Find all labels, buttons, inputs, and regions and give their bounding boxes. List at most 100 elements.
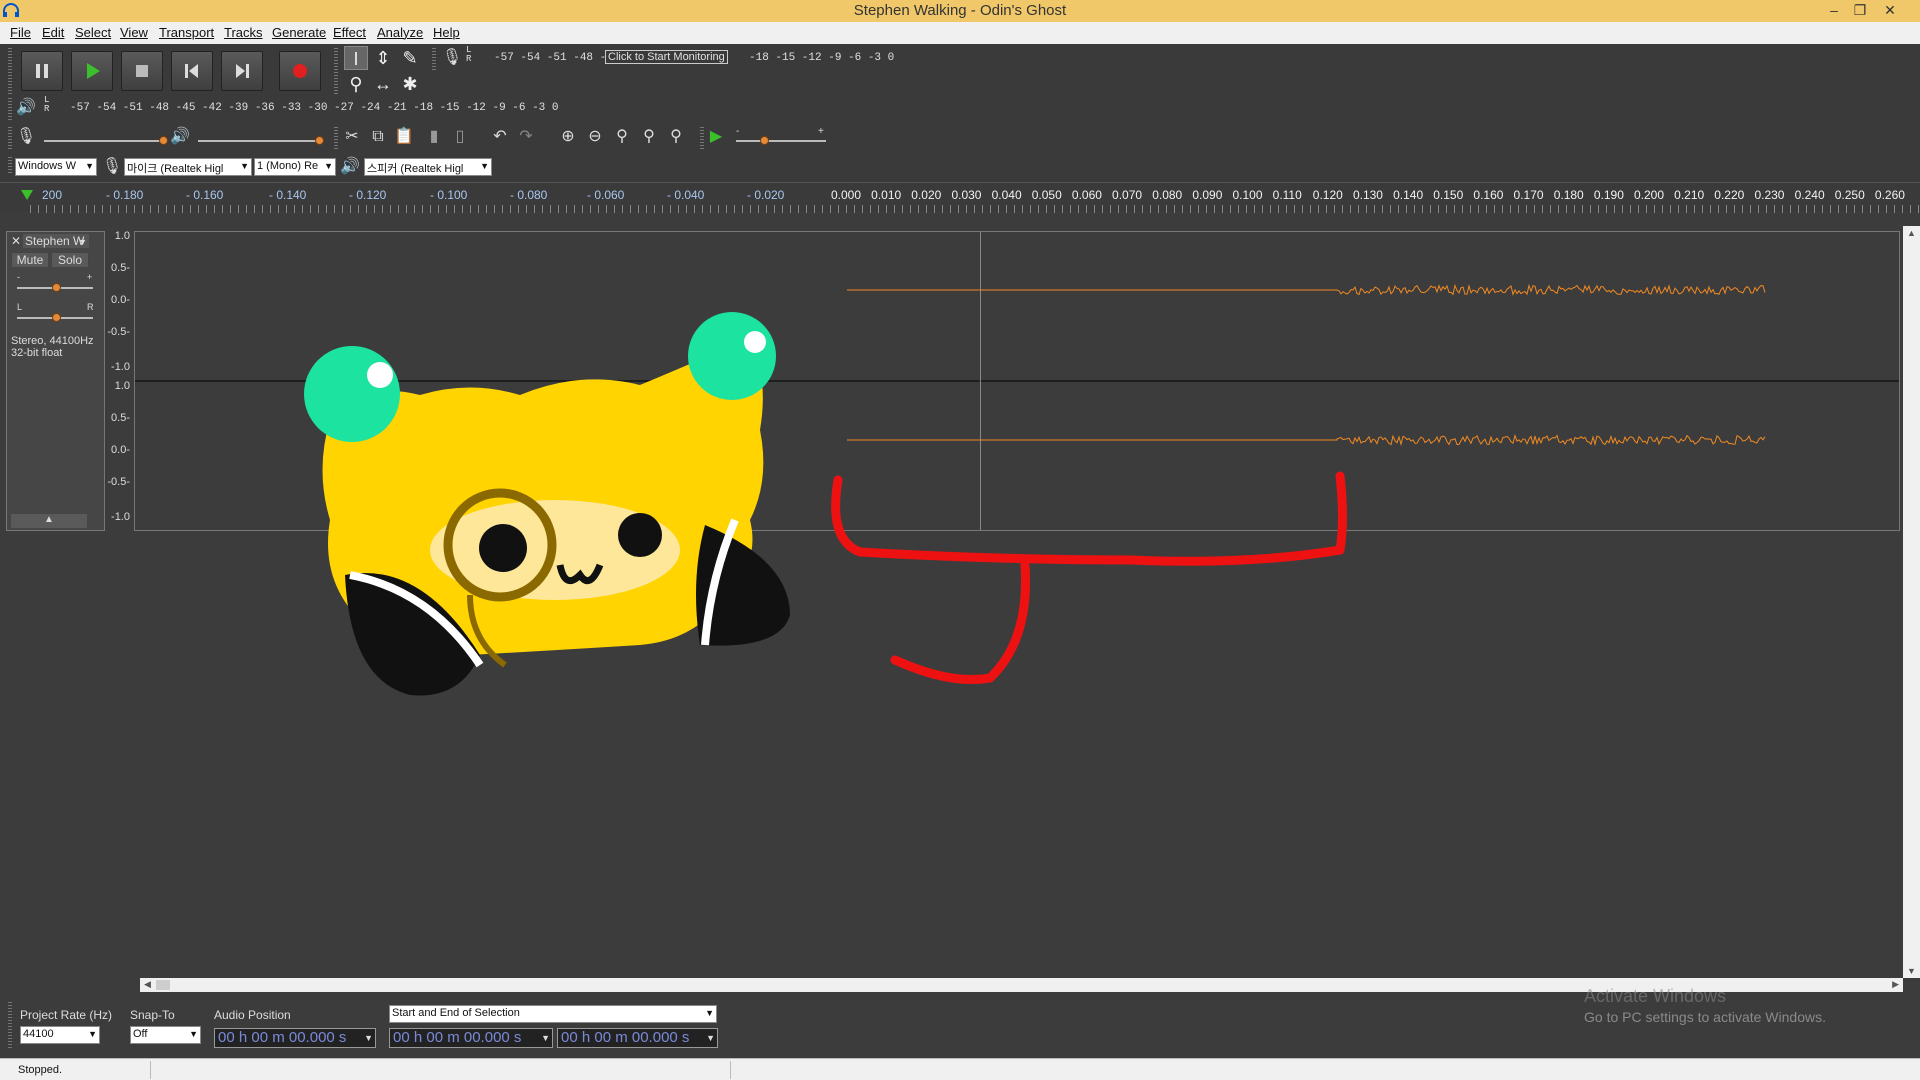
play-at-speed-icon[interactable]: ▶ [704, 125, 728, 149]
toolbars-area: I ⇕ ✎ ⚲ ↔ ✱ 🎙 L R -57 -54 -51 -48 -45 -4… [0, 44, 1920, 182]
restore-button[interactable]: ❐ [1848, 0, 1872, 20]
speaker-icon[interactable]: 🔊 [14, 96, 38, 120]
pan-knob[interactable] [52, 313, 61, 322]
fit-project-icon[interactable]: ⚲ [637, 125, 661, 149]
title-bar: Stephen Walking - Odin's Ghost – ❐ ✕ [0, 0, 1920, 22]
record-meter-scale-right: -18 -15 -12 -9 -6 -3 0 [749, 52, 895, 64]
collapse-track-button[interactable]: ▲ [11, 514, 87, 528]
project-rate-select[interactable]: 44100 ▼ [20, 1026, 100, 1044]
menu-bar: File Edit Select View Transport Tracks G… [0, 22, 1920, 44]
fit-selection-icon[interactable]: ⚲ [610, 125, 634, 149]
device-toolbar-grip[interactable] [8, 157, 12, 175]
record-meter[interactable]: L R -57 -54 -51 -48 -45 -42 Click to Sta… [466, 46, 894, 70]
menu-effect[interactable]: Effect [333, 25, 366, 40]
record-meter-grip[interactable] [432, 48, 436, 70]
scroll-up-icon[interactable]: ▲ [1907, 228, 1916, 238]
stop-button[interactable] [121, 51, 163, 91]
start-monitoring-label[interactable]: Click to Start Monitoring [605, 50, 728, 64]
tools-toolbar-grip[interactable] [334, 48, 338, 94]
close-window-button[interactable]: ✕ [1878, 0, 1902, 20]
trim-icon[interactable]: ▮ [422, 125, 446, 149]
pause-button[interactable] [21, 51, 63, 91]
track-area[interactable]: ✕ Stephen W ▼ Mute Solo - + L R Stereo, 4… [0, 226, 1903, 978]
zoom-tool-icon[interactable]: ⚲ [344, 72, 368, 96]
ruler-label: - 0.160 [186, 188, 224, 202]
mute-button[interactable]: Mute [11, 252, 49, 268]
copy-icon[interactable]: ⧉ [366, 125, 390, 149]
snap-to-select[interactable]: Off ▼ [130, 1026, 201, 1044]
recording-volume-slider[interactable] [44, 140, 164, 142]
transport-toolbar-grip[interactable] [8, 48, 12, 94]
minimize-button[interactable]: – [1822, 0, 1846, 20]
playback-meter-grip[interactable] [8, 98, 12, 120]
envelope-tool-icon[interactable]: ⇕ [371, 46, 395, 70]
playback-speed-slider[interactable] [736, 140, 826, 142]
multi-tool-icon[interactable]: ✱ [398, 72, 422, 96]
recording-volume-knob[interactable] [159, 136, 168, 145]
zoom-in-icon[interactable]: ⊕ [556, 125, 580, 149]
scroll-right-icon[interactable]: ▶ [1892, 979, 1899, 990]
scroll-left-icon[interactable]: ◀ [144, 979, 151, 990]
draw-tool-icon[interactable]: ✎ [398, 46, 422, 70]
menu-help[interactable]: Help [433, 25, 460, 40]
cut-icon[interactable]: ✂ [340, 125, 364, 149]
menu-transport[interactable]: Transport [159, 25, 214, 40]
vruler-label: -1.0 [111, 511, 130, 523]
menu-generate[interactable]: Generate [272, 25, 326, 40]
activate-windows-title: Activate Windows [1584, 986, 1727, 1006]
menu-file[interactable]: File [10, 25, 31, 40]
track-name-menu[interactable]: Stephen W ▼ [23, 234, 89, 248]
menu-tracks[interactable]: Tracks [224, 25, 263, 40]
waveform-area[interactable] [134, 231, 1900, 531]
track-control-panel[interactable]: ✕ Stephen W ▼ Mute Solo - + L R Stereo, 4… [6, 231, 105, 531]
gain-knob[interactable] [52, 283, 61, 292]
zoom-out-icon[interactable]: ⊖ [583, 125, 607, 149]
microphone-icon[interactable]: 🎙 [440, 46, 464, 70]
playback-speed-knob[interactable] [760, 136, 769, 145]
paste-icon[interactable]: 📋 [392, 125, 416, 149]
menu-select[interactable]: Select [75, 25, 111, 40]
recording-device-select[interactable]: 마이크 (Realtek Higl ▼ [124, 158, 252, 176]
undo-icon[interactable]: ↶ [488, 125, 512, 149]
record-button[interactable] [279, 51, 321, 91]
play-head-icon[interactable] [20, 189, 34, 201]
selection-mode-select[interactable]: Start and End of Selection ▼ [389, 1005, 717, 1023]
ruler-label: - 0.140 [269, 188, 307, 202]
chevron-down-icon: ▼ [324, 161, 333, 171]
playback-volume-knob[interactable] [315, 136, 324, 145]
vertical-scrollbar[interactable]: ▲ ▼ [1903, 226, 1920, 978]
scroll-down-icon[interactable]: ▼ [1907, 966, 1916, 976]
playback-meter[interactable]: L R -57 -54 -51 -48 -45 -42 -39 -36 -33 … [44, 96, 558, 120]
ruler-label: 0.180 [1553, 188, 1584, 202]
playback-volume-slider[interactable] [198, 140, 318, 142]
timeshift-tool-icon[interactable]: ↔ [371, 72, 395, 96]
skip-to-start-button[interactable] [171, 51, 213, 91]
track-close-button[interactable]: ✕ [11, 234, 21, 248]
redo-icon[interactable]: ↷ [514, 125, 538, 149]
menu-edit[interactable]: Edit [42, 25, 64, 40]
mixer-toolbar-grip[interactable] [8, 127, 12, 149]
ruler-label: 200 [42, 188, 63, 202]
audio-host-select[interactable]: Windows W ▼ [15, 158, 97, 176]
play-button[interactable] [71, 51, 113, 91]
selection-tool-icon[interactable]: I [344, 46, 368, 70]
recording-channels-select[interactable]: 1 (Mono) Re ▼ [254, 158, 336, 176]
silence-icon[interactable]: ▯ [448, 125, 472, 149]
skip-to-end-button[interactable] [221, 51, 263, 91]
edit-toolbar-grip[interactable] [334, 127, 338, 149]
selection-toolbar-grip[interactable] [8, 1002, 12, 1050]
selection-end-field[interactable]: 00 h 00 m 00.000 s ▼ [557, 1028, 718, 1048]
solo-button[interactable]: Solo [51, 252, 89, 268]
timeline-ruler[interactable]: 200 - 0.180 - 0.160 - 0.140 - 0.120 - 0.100 - … [0, 182, 1920, 213]
selection-start-field[interactable]: 00 h 00 m 00.000 s ▼ [389, 1028, 553, 1048]
selection-start-value: 00 h 00 m 00.000 s [393, 1029, 522, 1046]
playback-device-select[interactable]: 스피커 (Realtek Higl ▼ [364, 158, 492, 176]
zoom-toggle-icon[interactable]: ⚲ [664, 125, 688, 149]
ruler-label: 0.100 [1232, 188, 1263, 202]
horizontal-scroll-thumb[interactable] [156, 980, 170, 990]
menu-analyze[interactable]: Analyze [377, 25, 423, 40]
vruler-label: 0.0- [111, 294, 130, 306]
audio-position-field[interactable]: 00 h 00 m 00.000 s ▼ [214, 1028, 376, 1048]
vruler-label: 1.0 [114, 230, 130, 242]
menu-view[interactable]: View [120, 25, 148, 40]
